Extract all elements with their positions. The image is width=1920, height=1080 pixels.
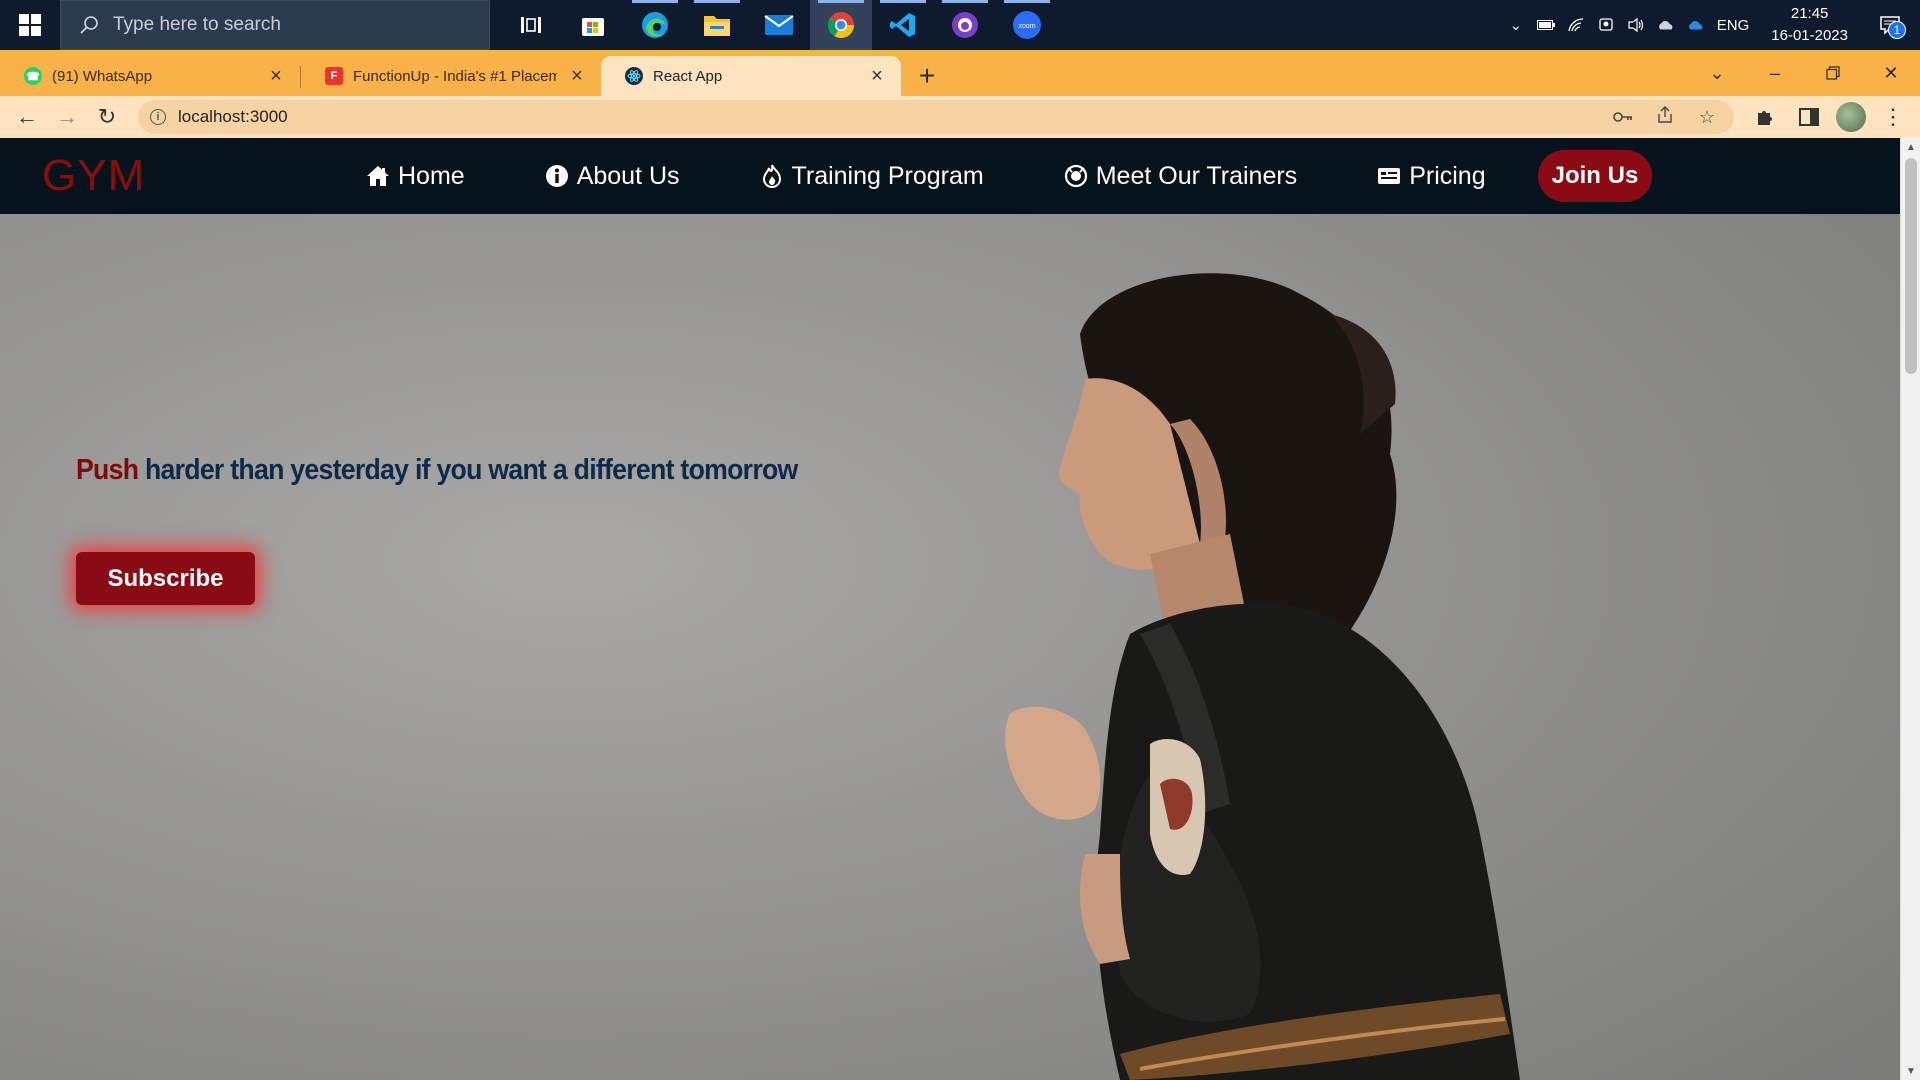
tagline-text: harder than yesterday if you want a diff… bbox=[138, 454, 798, 486]
trainer-icon bbox=[1064, 164, 1088, 188]
microsoft-store-icon[interactable] bbox=[562, 0, 624, 50]
share-icon[interactable] bbox=[1650, 105, 1680, 129]
fire-icon bbox=[760, 164, 784, 188]
vscode-icon[interactable] bbox=[872, 0, 934, 50]
task-view-icon[interactable] bbox=[500, 0, 562, 50]
browser-tab-strip: ☎ (91) WhatsApp × F FunctionUp - India's… bbox=[0, 50, 1920, 96]
battery-icon[interactable] bbox=[1536, 17, 1555, 33]
zoom-icon[interactable]: zoom bbox=[996, 0, 1058, 50]
close-tab-icon[interactable]: × bbox=[266, 65, 286, 88]
windows-taskbar: Type here to search zoom ⌄ ENG 21:45 16-… bbox=[0, 0, 1920, 50]
page-scrollbar[interactable]: ▲ ▼ bbox=[1900, 138, 1920, 1080]
bookmark-star-icon[interactable]: ☆ bbox=[1692, 107, 1722, 128]
nav-label: Home bbox=[398, 161, 465, 190]
tagline-accent: Push bbox=[76, 454, 139, 486]
github-desktop-icon[interactable] bbox=[934, 0, 996, 50]
nav-about-us[interactable]: About Us bbox=[545, 162, 680, 191]
password-key-icon[interactable] bbox=[1608, 107, 1638, 128]
url-text[interactable]: localhost:3000 bbox=[178, 107, 1596, 127]
tab-whatsapp[interactable]: ☎ (91) WhatsApp × bbox=[0, 56, 300, 96]
chrome-menu-icon[interactable]: ⋮ bbox=[1876, 100, 1910, 134]
close-tab-icon[interactable]: × bbox=[867, 65, 887, 88]
hero-tagline: Push harder than yesterday if you want a… bbox=[76, 454, 798, 487]
back-icon[interactable]: ← bbox=[10, 100, 44, 134]
page-viewport: GYM Home About Us Training Program Meet … bbox=[0, 138, 1920, 1080]
subscribe-button[interactable]: Subscribe bbox=[76, 552, 255, 605]
tab-title: React App bbox=[653, 67, 723, 85]
tab-react-app[interactable]: React App × bbox=[601, 56, 901, 96]
webcam-icon[interactable] bbox=[1597, 17, 1615, 33]
tab-title: (91) WhatsApp bbox=[52, 67, 153, 85]
windows-logo-icon bbox=[19, 14, 41, 36]
chrome-icon[interactable] bbox=[810, 0, 872, 50]
search-icon bbox=[80, 16, 98, 34]
address-bar[interactable]: i localhost:3000 ☆ bbox=[138, 100, 1734, 134]
svg-text:zoom: zoom bbox=[1018, 23, 1035, 30]
taskbar-search[interactable]: Type here to search bbox=[60, 0, 490, 50]
site-info-icon[interactable]: i bbox=[150, 109, 166, 125]
nav-pricing[interactable]: Pricing bbox=[1377, 161, 1486, 191]
file-explorer-icon[interactable] bbox=[686, 0, 748, 50]
tab-title: FunctionUp - India's #1 Placement bbox=[353, 67, 557, 85]
tab-functionup[interactable]: F FunctionUp - India's #1 Placement × bbox=[301, 56, 601, 96]
restore-icon[interactable] bbox=[1804, 53, 1862, 93]
volume-icon[interactable] bbox=[1627, 17, 1645, 33]
nav-label: Pricing bbox=[1409, 161, 1486, 190]
react-icon bbox=[625, 67, 643, 85]
language-indicator[interactable]: ENG bbox=[1717, 17, 1750, 34]
notification-center-button[interactable]: 1 bbox=[1870, 5, 1910, 45]
home-icon bbox=[366, 164, 390, 188]
info-icon bbox=[545, 164, 569, 188]
profile-avatar[interactable] bbox=[1836, 102, 1866, 132]
scrollbar-thumb[interactable] bbox=[1905, 158, 1917, 374]
martial-artist-photo bbox=[0, 214, 1900, 1080]
scroll-up-arrow-icon[interactable]: ▲ bbox=[1901, 138, 1920, 156]
close-window-icon[interactable]: ✕ bbox=[1862, 53, 1920, 93]
id-card-icon bbox=[1377, 164, 1401, 188]
nav-label: Meet Our Trainers bbox=[1095, 161, 1298, 190]
notification-badge: 1 bbox=[1888, 21, 1906, 39]
side-panel-icon[interactable] bbox=[1792, 100, 1826, 134]
forward-icon[interactable]: → bbox=[50, 100, 84, 134]
chevron-up-icon[interactable]: ⌄ bbox=[1507, 17, 1525, 34]
onedrive-business-icon[interactable] bbox=[1687, 17, 1705, 33]
system-clock[interactable]: 21:45 16-01-2023 bbox=[1761, 3, 1858, 47]
site-logo[interactable]: GYM bbox=[42, 151, 322, 201]
join-us-button[interactable]: Join Us bbox=[1537, 150, 1653, 202]
nav-meet-our-trainers[interactable]: Meet Our Trainers bbox=[1064, 162, 1297, 191]
nav-label: Training Program bbox=[791, 161, 984, 190]
hero-section: Push harder than yesterday if you want a… bbox=[0, 214, 1900, 1080]
wifi-icon[interactable] bbox=[1567, 17, 1585, 33]
reload-icon[interactable]: ↻ bbox=[90, 100, 124, 134]
search-placeholder: Type here to search bbox=[113, 14, 281, 35]
site-navbar: GYM Home About Us Training Program Meet … bbox=[0, 138, 1900, 214]
browser-toolbar: ← → ↻ i localhost:3000 ☆ ⋮ bbox=[0, 96, 1920, 138]
functionup-icon: F bbox=[325, 67, 343, 85]
minimize-icon[interactable]: – bbox=[1746, 53, 1804, 93]
start-button[interactable] bbox=[0, 0, 60, 50]
tab-search-icon[interactable]: ⌄ bbox=[1688, 53, 1746, 93]
edge-icon[interactable] bbox=[624, 0, 686, 50]
nav-training-program[interactable]: Training Program bbox=[760, 162, 984, 191]
scroll-down-arrow-icon[interactable]: ▼ bbox=[1901, 1062, 1920, 1080]
whatsapp-icon: ☎ bbox=[24, 67, 42, 85]
clock-time: 21:45 bbox=[1790, 5, 1829, 22]
onedrive-personal-icon[interactable] bbox=[1657, 17, 1675, 33]
clock-date: 16-01-2023 bbox=[1771, 27, 1848, 44]
nav-home[interactable]: Home bbox=[366, 162, 465, 191]
close-tab-icon[interactable]: × bbox=[567, 65, 587, 88]
mail-icon[interactable] bbox=[748, 0, 810, 50]
new-tab-button[interactable]: + bbox=[907, 56, 947, 96]
nav-label: About Us bbox=[576, 161, 680, 190]
extensions-puzzle-icon[interactable] bbox=[1748, 100, 1782, 134]
